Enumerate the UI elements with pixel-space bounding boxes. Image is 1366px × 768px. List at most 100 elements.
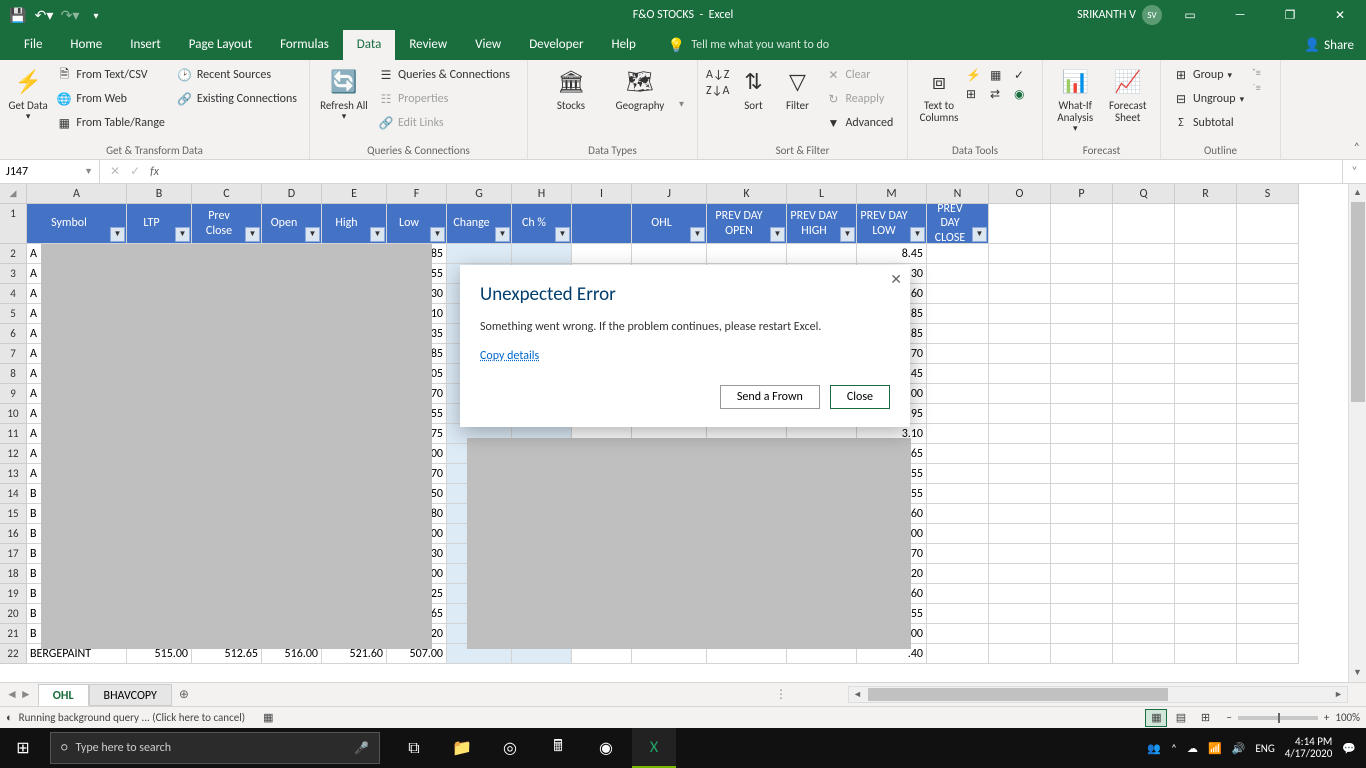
text-to-columns-button[interactable]: ⧈Text to Columns	[916, 64, 962, 124]
scroll-down-icon[interactable]: ▼	[1349, 664, 1366, 682]
from-text-csv-button[interactable]: 🗎From Text/CSV	[52, 64, 169, 86]
sheet-prev-icon[interactable]: ◄	[6, 687, 18, 702]
stocks-datatype-button[interactable]: 🏛Stocks	[541, 64, 601, 112]
hscroll-thumb[interactable]	[868, 688, 1168, 701]
tab-formulas[interactable]: Formulas	[266, 30, 343, 60]
sort-az-icon[interactable]: A↓Z	[706, 68, 729, 82]
onedrive-icon[interactable]: ☁	[1187, 742, 1198, 755]
status-message[interactable]: Running background query ... (Click here…	[19, 711, 245, 724]
row-headers[interactable]: 12345678910111213141516171819202122	[0, 204, 27, 664]
tab-view[interactable]: View	[461, 30, 515, 60]
volume-icon[interactable]: 🔊	[1232, 742, 1246, 755]
language-indicator[interactable]: ENG	[1255, 742, 1274, 755]
maximize-button[interactable]: ❐	[1268, 0, 1312, 30]
tray-expand-icon[interactable]: ˄	[1171, 742, 1177, 755]
zoom-percent[interactable]: 100%	[1335, 711, 1360, 724]
outline-expand-icon[interactable]: ⁺≡	[1252, 66, 1261, 79]
dialog-close-button[interactable]: Close	[830, 385, 890, 409]
name-box[interactable]: J147 ▼	[0, 160, 100, 183]
consolidate-icon[interactable]: ⊞	[966, 87, 986, 102]
ribbon-options-icon[interactable]: ▭	[1168, 0, 1212, 30]
forecast-sheet-button[interactable]: 📈Forecast Sheet	[1104, 64, 1153, 124]
hscroll-left-icon[interactable]: ◄	[849, 689, 866, 700]
formula-bar-input[interactable]	[169, 160, 1342, 183]
tab-insert[interactable]: Insert	[116, 30, 175, 60]
fx-icon[interactable]: fx	[150, 165, 159, 179]
qat-dropdown-icon[interactable]: ▾	[84, 3, 108, 27]
minimize-button[interactable]: —	[1218, 0, 1262, 30]
save-icon[interactable]: 💾	[6, 3, 30, 27]
tab-review[interactable]: Review	[395, 30, 461, 60]
notifications-icon[interactable]: 💬	[1342, 742, 1356, 755]
sheet-next-icon[interactable]: ►	[20, 687, 32, 702]
tab-data[interactable]: Data	[343, 30, 396, 60]
data-model-icon[interactable]: ◉	[1014, 87, 1034, 102]
horizontal-scrollbar[interactable]: ◄ ►	[848, 686, 1348, 703]
get-data-button[interactable]: ⚡ Get Data▾	[8, 64, 48, 122]
zoom-out-button[interactable]: −	[1226, 711, 1231, 724]
advanced-filter-button[interactable]: ▼Advanced	[821, 112, 897, 134]
excel-taskbar-icon[interactable]: X	[632, 728, 676, 768]
copy-details-link[interactable]: Copy details	[480, 349, 539, 363]
normal-view-icon[interactable]: ▦	[1145, 709, 1167, 727]
collapse-ribbon-icon[interactable]: ˄	[1354, 141, 1360, 155]
from-web-button[interactable]: 🌐From Web	[52, 88, 169, 110]
taskbar-search[interactable]: ○ Type here to search 🎤	[50, 732, 380, 764]
subtotal-button[interactable]: ΣSubtotal	[1169, 112, 1248, 134]
geography-datatype-button[interactable]: 🗺Geography	[605, 64, 675, 112]
dialog-close-icon[interactable]: ✕	[890, 271, 902, 288]
mic-icon[interactable]: 🎤	[354, 741, 369, 756]
edit-links-button[interactable]: 🔗Edit Links	[374, 112, 514, 134]
sort-za-icon[interactable]: Z↓A	[706, 84, 729, 98]
zoom-slider[interactable]	[1238, 716, 1318, 720]
redo-icon[interactable]: ↷▾	[58, 3, 82, 27]
scroll-thumb[interactable]	[1351, 202, 1365, 402]
sheet-tab-ohl[interactable]: OHL	[38, 684, 89, 706]
column-headers[interactable]: ABCDEFGHIJKLMNOPQRS	[27, 184, 1299, 204]
page-layout-view-icon[interactable]: ▤	[1170, 709, 1192, 727]
taskbar-clock[interactable]: 4:14 PM 4/17/2020	[1285, 736, 1333, 760]
enter-formula-icon[interactable]: ✓	[130, 164, 140, 179]
wifi-icon[interactable]: 📶	[1208, 742, 1222, 755]
queries-connections-button[interactable]: ☰Queries & Connections	[374, 64, 514, 86]
clear-filter-button[interactable]: ✕Clear	[821, 64, 897, 86]
close-window-button[interactable]: ✕	[1318, 0, 1362, 30]
user-avatar[interactable]: SV	[1142, 5, 1162, 25]
remove-dup-icon[interactable]: ▦	[990, 68, 1010, 83]
tab-help[interactable]: Help	[597, 30, 649, 60]
reapply-button[interactable]: ↻Reapply	[821, 88, 897, 110]
outline-collapse-icon[interactable]: ⁻≡	[1252, 81, 1261, 94]
media-app-icon[interactable]: ◎	[488, 728, 532, 768]
task-view-icon[interactable]: ⧉	[392, 728, 436, 768]
refresh-all-button[interactable]: 🔄 Refresh All▾	[318, 64, 370, 122]
hscroll-right-icon[interactable]: ►	[1330, 689, 1347, 700]
properties-button[interactable]: ☷Properties	[374, 88, 514, 110]
existing-connections-button[interactable]: 🔗Existing Connections	[173, 88, 301, 110]
sheet-tab-bhavcopy[interactable]: BHAVCOPY	[89, 684, 172, 706]
tab-developer[interactable]: Developer	[515, 30, 597, 60]
share-button[interactable]: 👤 Share	[1304, 38, 1354, 53]
what-if-button[interactable]: 📊What-If Analysis▾	[1051, 64, 1100, 134]
cancel-formula-icon[interactable]: ✕	[110, 164, 120, 179]
tab-file[interactable]: File	[10, 30, 56, 60]
datatype-expand-icon[interactable]: ▾	[679, 97, 684, 110]
sort-button[interactable]: ⇅Sort	[733, 64, 773, 112]
group-button[interactable]: ⊞Group ▾	[1169, 64, 1248, 86]
scroll-up-icon[interactable]: ▲	[1349, 184, 1366, 202]
macro-record-icon[interactable]: ▦	[263, 711, 273, 724]
ungroup-button[interactable]: ⊟Ungroup ▾	[1169, 88, 1248, 110]
relationships-icon[interactable]: ⇄	[990, 87, 1010, 102]
vertical-scrollbar[interactable]: ▲ ▼	[1348, 184, 1366, 682]
namebox-dropdown-icon[interactable]: ▼	[84, 166, 93, 177]
chrome-icon[interactable]: ◉	[584, 728, 628, 768]
send-frown-button[interactable]: Send a Frown	[720, 385, 820, 409]
calculator-icon[interactable]: 🖩	[536, 728, 580, 768]
page-break-view-icon[interactable]: ⊞	[1194, 709, 1216, 727]
add-sheet-button[interactable]: ⊕	[172, 687, 196, 702]
data-val-icon[interactable]: ✓	[1014, 68, 1034, 83]
recent-sources-button[interactable]: 🕑Recent Sources	[173, 64, 301, 86]
select-all-corner[interactable]: ◢	[0, 184, 27, 204]
filter-button[interactable]: ▽Filter	[777, 64, 817, 112]
flash-fill-icon[interactable]: ⚡	[966, 68, 986, 83]
people-icon[interactable]: 👥	[1147, 742, 1161, 755]
